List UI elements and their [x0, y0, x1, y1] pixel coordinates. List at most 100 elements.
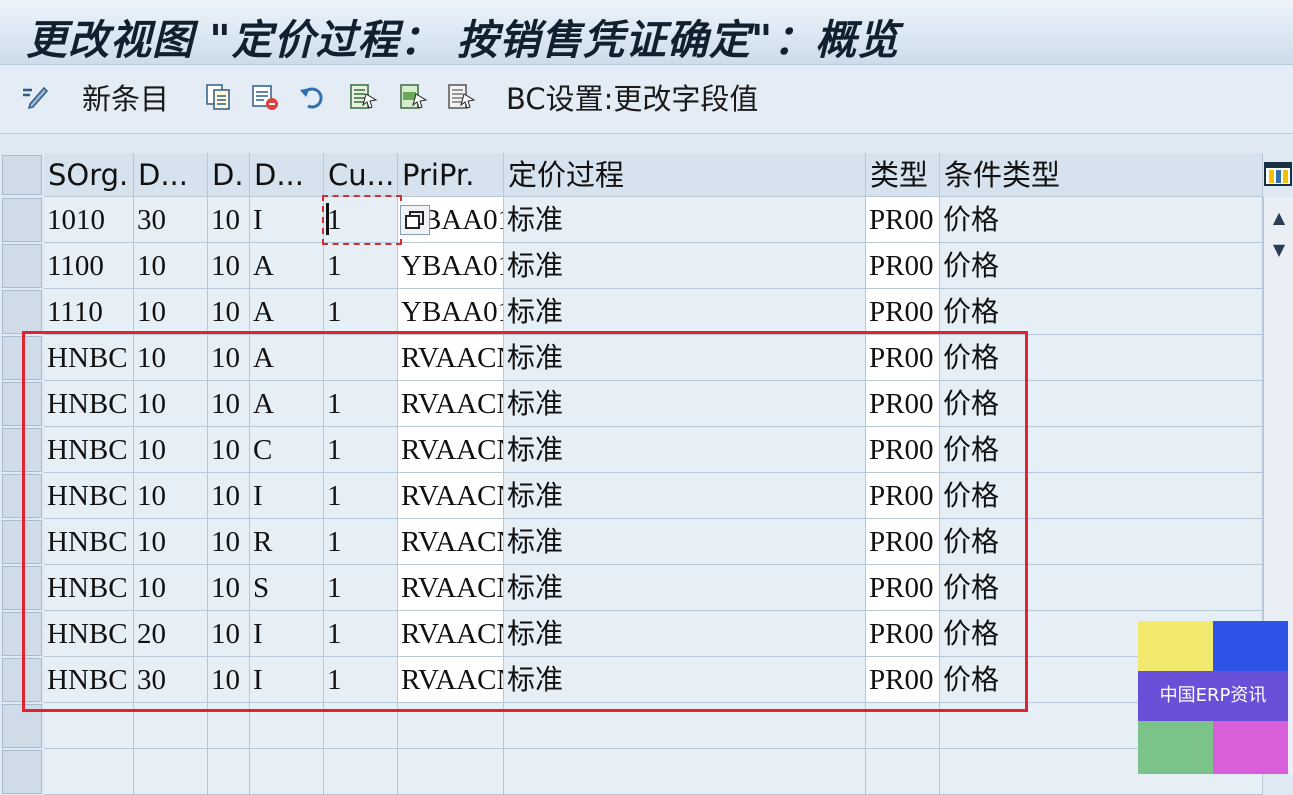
watermark-block-blue: [1213, 621, 1288, 671]
empty-cell[interactable]: [324, 749, 398, 795]
row-selector[interactable]: [2, 520, 42, 564]
cell-condition-type[interactable]: PR00: [866, 565, 940, 611]
row-selector[interactable]: [2, 612, 42, 656]
watermark-text: 中国ERP资讯: [1138, 671, 1288, 721]
cell-pricing-procedure[interactable]: RVAACN: [398, 473, 504, 519]
cell-pricing-procedure[interactable]: RVAACN: [398, 381, 504, 427]
select-all-rows-button[interactable]: [2, 155, 42, 195]
cell-customer-pricing-procedure[interactable]: 1: [324, 243, 398, 289]
cell-pricing-procedure[interactable]: RVAACN: [398, 611, 504, 657]
cell-customer-pricing-procedure[interactable]: [324, 335, 398, 381]
empty-cell[interactable]: [324, 703, 398, 749]
scroll-down-icon[interactable]: ▼: [1268, 239, 1290, 261]
application-toolbar: 新条目 BC设置:更改字段值: [0, 64, 1293, 134]
empty-cell: [398, 749, 504, 795]
cell-customer-pricing-procedure[interactable]: 1: [324, 197, 398, 243]
cell-doc-pricing-procedure: A: [250, 381, 324, 427]
bc-set-change-field-values-button[interactable]: BC设置:更改字段值: [506, 79, 758, 116]
cell-pricing-procedure[interactable]: YBAA01: [398, 289, 504, 335]
cell-customer-pricing-procedure[interactable]: 1: [324, 289, 398, 335]
cell-distribution-channel: 10: [134, 519, 208, 565]
col-header-distribution-channel[interactable]: D...: [134, 153, 208, 197]
col-header-doc-pricing-procedure[interactable]: D...: [250, 153, 324, 197]
cell-condition-type[interactable]: PR00: [866, 519, 940, 565]
cell-division: 10: [208, 519, 250, 565]
col-header-pricing-procedure-description[interactable]: 定价过程: [504, 153, 866, 197]
cell-sales-org: HNBC: [44, 565, 134, 611]
cell-customer-pricing-procedure[interactable]: 1: [324, 611, 398, 657]
cell-condition-type[interactable]: PR00: [866, 289, 940, 335]
empty-cell: [866, 749, 940, 795]
value-help-button[interactable]: [400, 205, 430, 235]
row-selector[interactable]: [2, 566, 42, 610]
col-header-sales-org[interactable]: SOrg.: [44, 153, 134, 197]
row-selector[interactable]: [2, 474, 42, 518]
col-header-customer-pricing-procedure[interactable]: Cu...: [324, 153, 398, 197]
cell-condition-type[interactable]: PR00: [866, 381, 940, 427]
deselect-all-button[interactable]: [446, 79, 476, 115]
cell-pricing-procedure-description: 标准: [504, 197, 866, 243]
cell-pricing-procedure[interactable]: RVAACN: [398, 657, 504, 703]
cell-distribution-channel: 10: [134, 381, 208, 427]
cell-pricing-procedure[interactable]: RVAACN: [398, 427, 504, 473]
cell-customer-pricing-procedure[interactable]: 1: [324, 657, 398, 703]
new-entries-button[interactable]: 新条目: [82, 79, 169, 116]
empty-cell: [504, 749, 866, 795]
cell-pricing-procedure[interactable]: RVAACN: [398, 335, 504, 381]
row-selector[interactable]: [2, 198, 42, 242]
col-header-division[interactable]: D.: [208, 153, 250, 197]
table-control: SOrg. D... D. D... Cu... PriPr. 定价过程 类型 条件类型 101…: [0, 145, 1293, 795]
delete-button[interactable]: [250, 79, 280, 115]
cell-condition-type-description: 价格: [940, 289, 1263, 335]
empty-cell: [208, 703, 250, 749]
scroll-up-icon[interactable]: ▲: [1268, 207, 1290, 229]
empty-cell: [134, 703, 208, 749]
cell-customer-pricing-procedure[interactable]: 1: [324, 565, 398, 611]
row-selector[interactable]: [2, 658, 42, 702]
cell-condition-type[interactable]: PR00: [866, 657, 940, 703]
row-selector[interactable]: [2, 290, 42, 334]
col-header-condition-type-description[interactable]: 条件类型: [940, 153, 1263, 197]
copy-button[interactable]: [203, 79, 233, 115]
cell-customer-pricing-procedure[interactable]: 1: [324, 381, 398, 427]
cell-sales-org: HNBC: [44, 335, 134, 381]
cell-doc-pricing-procedure: A: [250, 243, 324, 289]
row-selector[interactable]: [2, 750, 42, 794]
col-header-condition-type[interactable]: 类型: [866, 153, 940, 197]
select-all-button[interactable]: [348, 79, 378, 115]
row-selector[interactable]: [2, 704, 42, 748]
watermark-block-yellow: [1138, 621, 1213, 671]
empty-cell: [44, 749, 134, 795]
empty-cell: [44, 703, 134, 749]
table-settings-icon: [1264, 162, 1292, 186]
display-change-button[interactable]: [20, 79, 50, 115]
select-block-icon: [400, 84, 428, 109]
col-header-pricing-procedure[interactable]: PriPr.: [398, 153, 504, 197]
cell-condition-type[interactable]: PR00: [866, 197, 940, 243]
row-selector[interactable]: [2, 382, 42, 426]
row-selector[interactable]: [2, 428, 42, 472]
watermark-block-pink: [1213, 721, 1288, 774]
cell-condition-type[interactable]: PR00: [866, 335, 940, 381]
cell-customer-pricing-procedure[interactable]: 1: [324, 519, 398, 565]
cell-pricing-procedure[interactable]: RVAACN: [398, 519, 504, 565]
undo-button[interactable]: [298, 79, 328, 115]
cell-distribution-channel: 10: [134, 565, 208, 611]
select-block-button[interactable]: [398, 79, 428, 115]
table-settings-button[interactable]: [1263, 157, 1293, 191]
cell-customer-pricing-procedure[interactable]: 1: [324, 427, 398, 473]
cell-pricing-procedure-description: 标准: [504, 289, 866, 335]
cell-condition-type[interactable]: PR00: [866, 611, 940, 657]
cell-pricing-procedure[interactable]: YBAA01: [398, 243, 504, 289]
cell-condition-type[interactable]: PR00: [866, 243, 940, 289]
row-selector[interactable]: [2, 244, 42, 288]
cell-division: 10: [208, 473, 250, 519]
cell-customer-pricing-procedure[interactable]: 1: [324, 473, 398, 519]
cell-condition-type[interactable]: PR00: [866, 427, 940, 473]
select-all-icon: [350, 84, 378, 109]
cell-division: 10: [208, 657, 250, 703]
cell-pricing-procedure[interactable]: RVAACN: [398, 565, 504, 611]
cell-distribution-channel: 10: [134, 335, 208, 381]
cell-condition-type[interactable]: PR00: [866, 473, 940, 519]
row-selector[interactable]: [2, 336, 42, 380]
